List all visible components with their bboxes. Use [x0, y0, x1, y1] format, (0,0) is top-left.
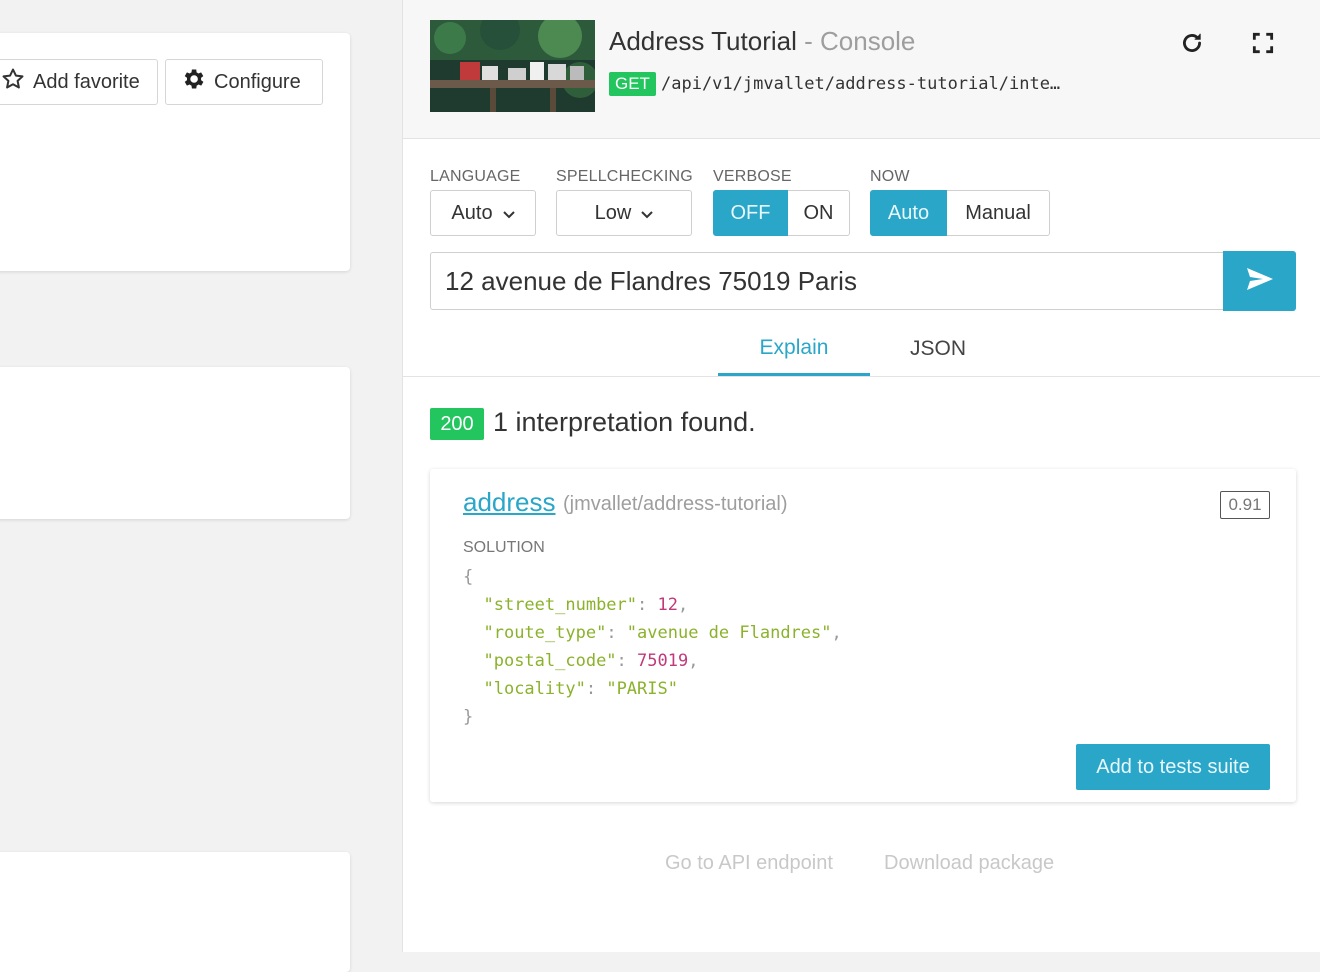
agent-thumbnail	[430, 20, 595, 112]
solution-key: "route_type"	[483, 623, 607, 643]
console-title: Address Tutorial - Console	[609, 26, 915, 57]
download-package-link[interactable]: Download package	[884, 852, 1054, 875]
solution-value: "PARIS"	[606, 679, 678, 699]
interpretation-card: address (jmvallet/address-tutorial) 0.91…	[430, 469, 1296, 802]
solution-value: "avenue de Flandres"	[626, 623, 832, 643]
endpoint-url: /api/v1/jmvallet/address-tutorial/inte…	[661, 74, 1061, 94]
console-panel: Address Tutorial - Console GET /api/v1/j…	[402, 0, 1320, 952]
verbose-label: VERBOSE	[713, 168, 792, 185]
console-subtitle: - Console	[804, 26, 916, 56]
language-value: Auto	[451, 201, 493, 224]
background-card	[0, 367, 350, 519]
result-tabs: Explain JSON	[403, 322, 1320, 377]
verbose-off-button[interactable]: OFF	[713, 190, 788, 236]
now-auto-button[interactable]: Auto	[870, 190, 947, 236]
now-toggle: Auto Manual	[870, 190, 1050, 236]
intent-link[interactable]: address	[463, 487, 556, 518]
solution-label: SOLUTION	[463, 539, 545, 556]
star-icon	[1, 67, 25, 97]
solution-code: { "street_number": 12, "route_type": "av…	[463, 567, 842, 727]
spellchecking-value: Low	[594, 201, 632, 224]
refresh-icon[interactable]	[1179, 30, 1205, 56]
solution-value: 12	[657, 595, 678, 615]
console-header: Address Tutorial - Console GET /api/v1/j…	[403, 0, 1320, 139]
send-icon	[1246, 267, 1274, 296]
spellchecking-select[interactable]: Low	[556, 190, 692, 236]
query-input[interactable]	[430, 252, 1224, 310]
agent-name: Address Tutorial	[609, 26, 797, 56]
verbose-toggle: OFF ON	[713, 190, 850, 236]
solution-key: "locality"	[483, 679, 586, 699]
solution-value: 75019	[637, 651, 689, 671]
language-label: LANGUAGE	[430, 168, 521, 185]
send-button[interactable]	[1223, 251, 1296, 311]
chevron-down-icon	[641, 202, 654, 225]
add-to-tests-button[interactable]: Add to tests suite	[1076, 744, 1270, 790]
api-endpoint-link[interactable]: Go to API endpoint	[665, 852, 833, 875]
http-method-badge: GET	[609, 72, 656, 96]
status-badge: 200	[430, 408, 484, 440]
add-favorite-label: Add favorite	[33, 70, 140, 93]
configure-button[interactable]: Configure	[165, 59, 323, 105]
configure-label: Configure	[214, 70, 301, 93]
tab-explain[interactable]: Explain	[718, 322, 870, 376]
solution-key: "street_number"	[483, 595, 638, 615]
add-favorite-button[interactable]: Add favorite	[0, 59, 158, 105]
solution-key: "postal_code"	[483, 651, 617, 671]
spellchecking-label: SPELLCHECKING	[556, 168, 693, 185]
now-label: NOW	[870, 168, 910, 185]
score-badge: 0.91	[1220, 491, 1270, 519]
verbose-on-button[interactable]: ON	[788, 190, 850, 236]
chevron-down-icon	[502, 202, 515, 225]
gear-icon	[180, 66, 206, 98]
language-select[interactable]: Auto	[430, 190, 536, 236]
result-summary: 1 interpretation found.	[493, 407, 756, 437]
fullscreen-icon[interactable]	[1250, 30, 1276, 56]
tab-json[interactable]: JSON	[873, 322, 1003, 376]
intent-package: (jmvallet/address-tutorial)	[563, 493, 788, 515]
background-card	[0, 852, 350, 972]
now-manual-button[interactable]: Manual	[947, 190, 1050, 236]
